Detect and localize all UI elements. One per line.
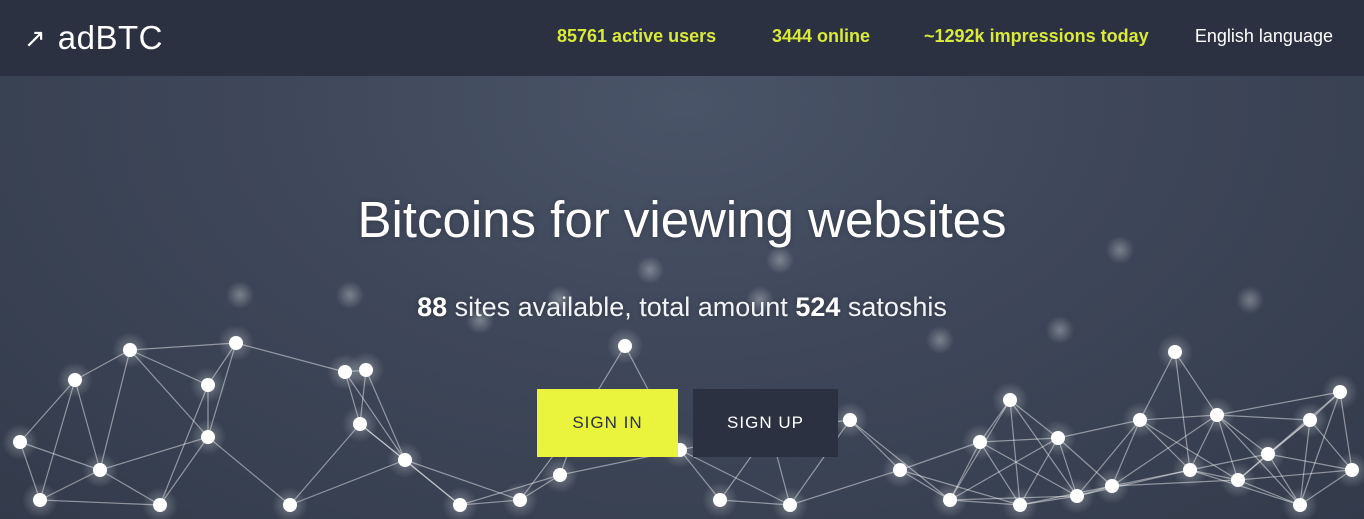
impressions-stat: ~1292k impressions today [924,26,1149,46]
bokeh-dot [926,326,954,354]
network-node [201,430,215,444]
sites-text: sites available, total amount [447,292,796,322]
network-node [283,498,297,512]
brand-name: adBTC [57,19,164,56]
satoshi-text: satoshis [840,292,947,322]
network-node [33,493,47,507]
network-node [229,336,243,350]
language-selector[interactable]: English language [1195,26,1333,47]
sign-in-button[interactable]: SIGN IN [537,389,678,457]
network-node [893,463,907,477]
network-line [99,349,131,471]
network-node [13,435,27,449]
satoshi-amount: 524 [795,292,841,322]
network-node [201,378,215,392]
hero-headline: Bitcoins for viewing websites [357,191,1007,248]
network-node [1261,447,1275,461]
network-node [973,435,987,449]
network-node [1231,473,1245,487]
bokeh-dot [766,246,794,274]
network-node [1070,489,1084,503]
network-node [1345,463,1359,477]
network-node [553,468,567,482]
network-node [1293,498,1307,512]
sites-count: 88 [417,292,448,322]
network-node [93,463,107,477]
network-node [618,339,632,353]
network-node [1333,385,1347,399]
network-line [39,499,161,506]
hero-subline: 88 sites available, total amount 524 sat… [0,292,1364,323]
logo[interactable]: ↗ adBTC [24,18,163,58]
sign-up-button[interactable]: SIGN UP [693,389,838,457]
network-line [289,459,406,506]
top-navigation-bar: ↗ adBTC 85761 active users 3444 online ~… [0,0,1364,76]
network-node [513,493,527,507]
network-node [1133,413,1147,427]
active-users-stat: 85761 active users [557,26,717,46]
network-node [1105,479,1119,493]
network-node [1003,393,1017,407]
network-node [68,373,82,387]
hero-background [0,0,1364,519]
network-node [153,498,167,512]
arrow-up-right-icon: ↗ [24,23,46,53]
network-line [39,379,76,501]
network-node [783,498,797,512]
network-node [1183,463,1197,477]
network-background-graphic [2,236,1364,519]
network-node [353,417,367,431]
network-node [943,493,957,507]
network-node [359,363,373,377]
bokeh-dot [636,256,664,284]
network-node [398,453,412,467]
network-node [843,413,857,427]
online-users-stat: 3444 online [772,26,871,46]
network-node [1210,408,1224,422]
network-node [1013,498,1027,512]
network-node [1303,413,1317,427]
network-node [1168,345,1182,359]
network-node [453,498,467,512]
network-node [1051,431,1065,445]
network-node [123,343,137,357]
network-node [713,493,727,507]
